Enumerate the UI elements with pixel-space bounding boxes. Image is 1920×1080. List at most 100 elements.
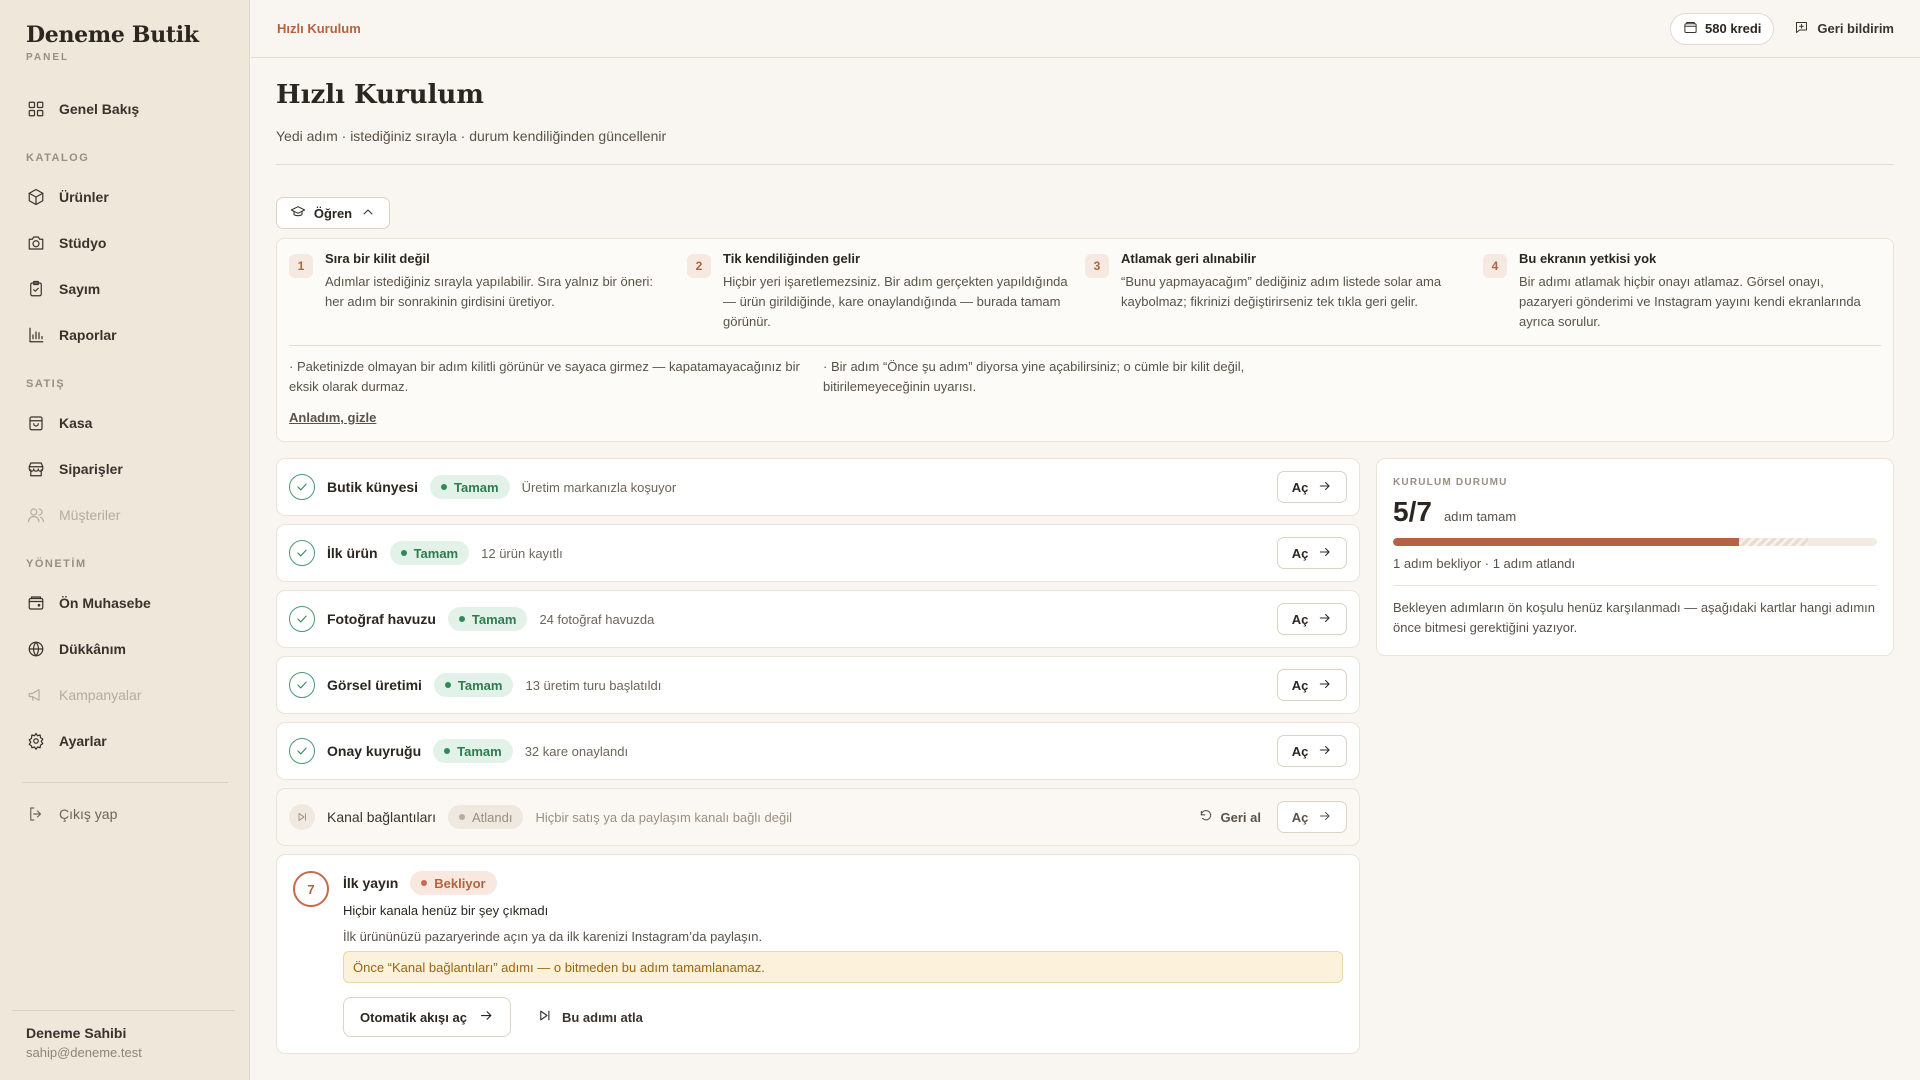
open-button[interactable]: Aç — [1277, 735, 1347, 767]
step-number: 7 — [293, 871, 329, 907]
sidebar-item-label: Raporlar — [59, 327, 117, 343]
tip-title: Atlamak geri alınabilir — [1121, 251, 1257, 266]
arrow-right-icon — [1318, 677, 1332, 694]
chevron-up-icon — [360, 204, 376, 223]
status-badge-label: Tamam — [413, 545, 459, 561]
open-button[interactable]: Aç — [1277, 801, 1347, 833]
hide-learn-link[interactable]: Anladım, gizle — [289, 410, 376, 425]
step-headline: Hiçbir kanala henüz bir şey çıkmadı — [343, 903, 549, 918]
skip-forward-icon — [289, 804, 315, 830]
page-subtitle: Yedi adım · istediğiniz sırayla · durum … — [276, 128, 667, 144]
arrow-right-icon — [1318, 479, 1332, 496]
progress-bar — [1393, 538, 1877, 546]
sidebar-item-products[interactable]: Ürünler — [14, 174, 236, 220]
step-title: İlk yayın — [343, 875, 399, 891]
credits-badge[interactable]: 580 kredi — [1670, 12, 1775, 45]
tip-title: Tik kendiliğinden gelir — [723, 251, 861, 266]
sidebar-item-label: Genel Bakış — [59, 101, 140, 117]
status-dot — [444, 748, 451, 754]
step-card: Fotoğraf havuzu Tamam 24 fotoğraf havuzd… — [276, 590, 1360, 648]
tip-body: “Bunu yapmayacağım” dediğiniz adım liste… — [1121, 274, 1442, 309]
note-item: · Bir adım “Önce şu adım” diyorsa yine a… — [823, 359, 1245, 394]
arrow-right-icon — [1318, 545, 1332, 562]
status-badge: Tamam — [447, 607, 528, 631]
open-label: Aç — [1291, 677, 1309, 693]
brand-title: Deneme Butik — [26, 22, 199, 48]
sidebar-divider — [22, 782, 228, 783]
feedback-label: Geri bildirim — [1817, 21, 1894, 36]
bar-chart-icon — [26, 325, 46, 345]
message-plus-icon — [1794, 20, 1809, 38]
open-auto-flow-button[interactable]: Otomatik akışı aç — [343, 997, 511, 1037]
open-button[interactable]: Aç — [1277, 471, 1347, 503]
topbar: Hızlı Kurulum 580 kredi Geri bildirim — [251, 0, 1920, 58]
sidebar-item-count[interactable]: Sayım — [14, 266, 236, 312]
sidebar-item-reports[interactable]: Raporlar — [14, 312, 236, 358]
topbar-actions: 580 kredi Geri bildirim — [1670, 12, 1894, 45]
undo-button[interactable]: Geri al — [1199, 809, 1261, 826]
sidebar-item-accounting[interactable]: Ön Muhasebe — [14, 580, 236, 626]
check-circle-icon — [289, 672, 315, 698]
sidebar-item-customers[interactable]: Müşteriler — [14, 492, 236, 538]
step-description: Üretim markanızla koşuyor — [521, 479, 677, 495]
tip-item: 4 Bu ekranın yetkisi yok Bir adımı atlam… — [1483, 251, 1881, 332]
status-note: Bekleyen adımların ön koşulu henüz karşı… — [1393, 600, 1875, 635]
sidebar-item-label: Sayım — [59, 281, 101, 297]
megaphone-icon — [26, 685, 46, 705]
skip-forward-icon — [537, 1008, 552, 1026]
header-divider — [276, 164, 1894, 165]
graduation-cap-icon — [290, 204, 306, 223]
step-title: Fotoğraf havuzu — [327, 611, 436, 627]
sidebar-item-campaigns[interactable]: Kampanyalar — [14, 672, 236, 718]
shopping-bag-icon — [26, 413, 46, 433]
logout-icon — [26, 804, 46, 824]
undo-icon — [1199, 809, 1213, 826]
open-button[interactable]: Aç — [1277, 537, 1347, 569]
status-count-value: 5/7 — [1393, 496, 1432, 527]
store-icon — [26, 459, 46, 479]
breadcrumb[interactable]: Hızlı Kurulum — [277, 21, 361, 36]
step-card: Görsel üretimi Tamam 13 üretim turu başl… — [276, 656, 1360, 714]
tip-number: 1 — [289, 254, 313, 278]
step-description: 12 ürün kayıtlı — [481, 545, 563, 561]
feedback-button[interactable]: Geri bildirim — [1794, 20, 1894, 38]
check-circle-icon — [289, 474, 315, 500]
check-circle-icon — [289, 540, 315, 566]
tip-body: Adımlar istediğiniz sırayla yapılabilir.… — [325, 274, 654, 309]
step-card-skipped: Kanal bağlantıları Atlandı Hiçbir satış … — [276, 788, 1360, 846]
status-badge: Tamam — [433, 673, 514, 697]
learn-toggle-button[interactable]: Öğren — [276, 197, 390, 229]
status-dot — [458, 616, 465, 622]
box-icon — [26, 187, 46, 207]
status-badge: Tamam — [430, 475, 510, 499]
status-dot — [458, 814, 465, 820]
sidebar-item-label: Kasa — [59, 415, 93, 431]
arrow-right-icon — [479, 1008, 494, 1026]
skip-step-button[interactable]: Bu adımı atla — [537, 1008, 643, 1026]
sidebar-item-shop[interactable]: Dükkânım — [14, 626, 236, 672]
sidebar-item-orders[interactable]: Siparişler — [14, 446, 236, 492]
sidebar-item-settings[interactable]: Ayarlar — [14, 718, 236, 764]
check-circle-icon — [289, 606, 315, 632]
sidebar-item-label: Dükkânım — [59, 641, 126, 657]
step-description: Hiçbir satış ya da paylaşım kanalı bağlı… — [535, 809, 792, 825]
user-profile[interactable]: Deneme Sahibi sahip@deneme.test — [12, 1010, 235, 1080]
sidebar-item-overview[interactable]: Genel Bakış — [14, 86, 236, 132]
open-button[interactable]: Aç — [1277, 603, 1347, 635]
sidebar-item-label: Müşteriler — [59, 507, 121, 523]
steps-list: Butik künyesi Tamam Üretim markanızla ko… — [276, 458, 1360, 1054]
step-card: Butik künyesi Tamam Üretim markanızla ko… — [276, 458, 1360, 516]
tip-body: Bir adımı atlamak hiçbir onayı atlamaz. … — [1519, 274, 1861, 329]
open-button[interactable]: Aç — [1277, 669, 1347, 701]
auto-flow-label: Otomatik akışı aç — [360, 1009, 467, 1025]
sidebar-item-register[interactable]: Kasa — [14, 400, 236, 446]
step-description: 32 kare onaylandı — [524, 743, 629, 759]
status-dot — [421, 880, 428, 886]
grid-icon — [26, 99, 46, 119]
wallet-icon — [1683, 20, 1698, 38]
gear-icon — [26, 731, 46, 751]
tip-title: Sıra bir kilit değil — [325, 251, 430, 266]
learn-panel: 1 Sıra bir kilit değil Adımlar istediğin… — [276, 238, 1894, 442]
logout-button[interactable]: Çıkış yap — [14, 791, 236, 837]
sidebar-item-studio[interactable]: Stüdyo — [14, 220, 236, 266]
